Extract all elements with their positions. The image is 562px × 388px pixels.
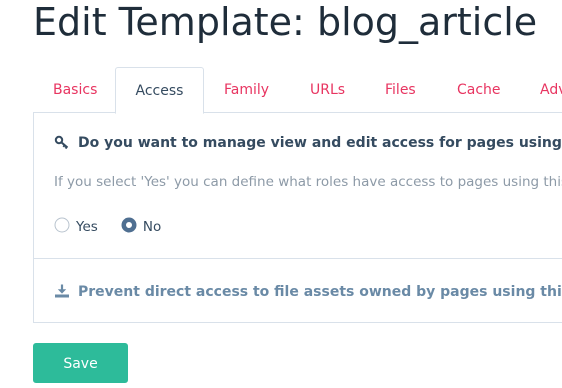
tab-urls[interactable]: URLs [310, 67, 345, 112]
tab-basics[interactable]: Basics [53, 67, 97, 112]
tab-advanced[interactable]: Adv [540, 67, 562, 112]
tab-access[interactable]: Access [115, 67, 204, 114]
page-title: Edit Template: blog_article [33, 0, 538, 44]
access-option-yes-label: Yes [76, 218, 98, 235]
access-question-text: Do you want to manage view and edit acce… [78, 135, 562, 151]
key-icon [54, 135, 70, 153]
access-option-no[interactable]: No [121, 216, 161, 237]
file-assets-heading[interactable]: Prevent direct access to file assets own… [54, 284, 562, 302]
section-divider [34, 258, 562, 259]
access-radio-group: Yes No [54, 216, 179, 236]
access-panel: Do you want to manage view and edit acce… [33, 112, 562, 323]
access-option-no-label: No [142, 218, 162, 235]
save-button[interactable]: Save [33, 343, 128, 383]
tab-files[interactable]: Files [385, 67, 416, 112]
access-option-yes[interactable]: Yes [54, 216, 98, 237]
file-assets-heading-text: Prevent direct access to file assets own… [78, 284, 562, 300]
edit-template-page: Edit Template: blog_article Basics Acces… [0, 0, 562, 388]
tab-bar: Basics Access Family URLs Files Cache Ad… [33, 67, 562, 114]
tab-cache[interactable]: Cache [457, 67, 501, 112]
tab-family[interactable]: Family [224, 67, 269, 112]
access-help-text: If you select 'Yes' you can define what … [54, 174, 562, 190]
download-icon [54, 284, 70, 302]
radio-unchecked-icon[interactable] [54, 217, 70, 237]
radio-checked-icon[interactable] [121, 217, 137, 237]
access-question-heading: Do you want to manage view and edit acce… [54, 135, 562, 153]
